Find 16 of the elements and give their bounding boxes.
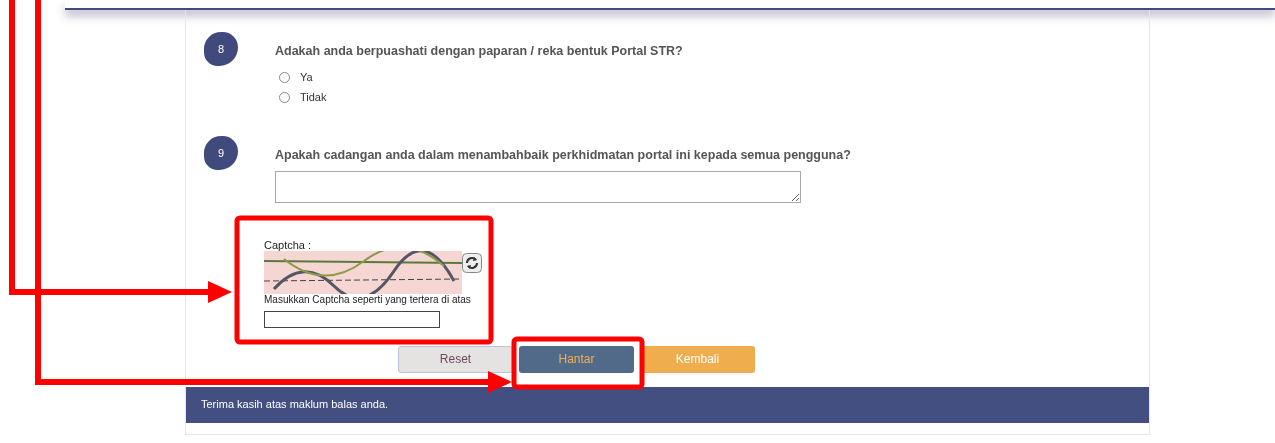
question-number: 9	[204, 135, 238, 170]
captcha-input[interactable]	[264, 310, 440, 328]
question-number: 8	[204, 32, 238, 66]
captcha-label: Captcha :	[264, 238, 313, 252]
radio-button[interactable]	[279, 71, 290, 83]
refresh-icon[interactable]	[462, 253, 482, 274]
option-label: Tidak	[300, 90, 327, 106]
question-text: Apakah cadangan anda dalam menambahbaik perkhidmatan portal ini kepada semua pengguna?	[275, 146, 851, 164]
submit-button[interactable]: Hantar	[519, 345, 634, 373]
reset-button[interactable]: Reset	[398, 345, 513, 373]
radio-button[interactable]	[279, 92, 290, 103]
answer-box[interactable]	[275, 170, 801, 203]
captcha-hint: Masukkan Captcha seperti yang tertera di atas	[264, 294, 472, 306]
question-text: Adakah anda berpuashati dengan paparan / reka bentuk Portal STR?	[275, 43, 683, 60]
footer-message: Terima kasih atas maklum balas anda.	[186, 386, 1149, 423]
option-label: Ya	[300, 69, 313, 85]
